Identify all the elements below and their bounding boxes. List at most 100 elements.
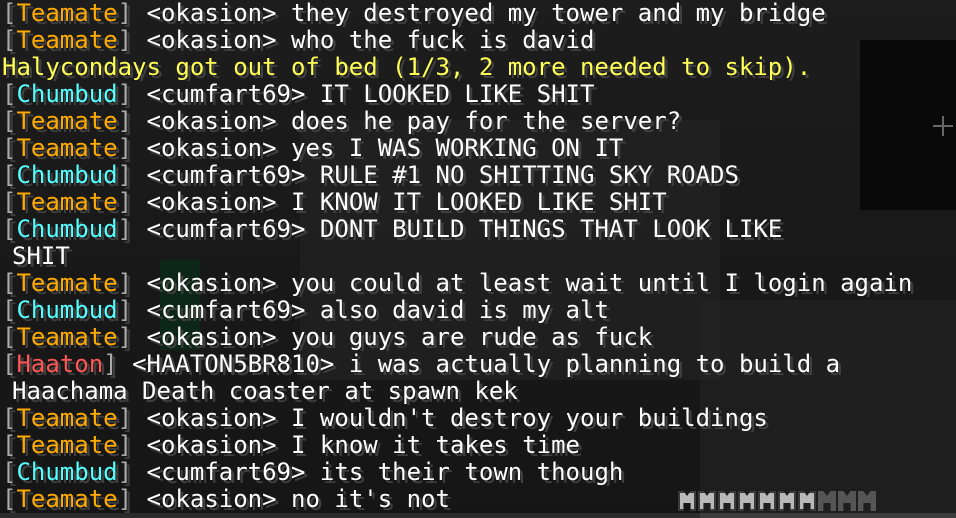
chat-line: [Chumbud] <cumfart69> DONT BUILD THINGS … [0, 216, 956, 243]
rank-bracket-close: ] [117, 81, 147, 108]
chat-message: does he pay for the server? [291, 108, 682, 135]
chat-line: [Teamate] <okasion> does he pay for the … [0, 108, 956, 135]
chat-message: I know it takes time [291, 432, 580, 459]
player-name: <cumfart69> [146, 459, 306, 486]
chat-line: [Teamate] <okasion> I know it takes time [0, 432, 956, 459]
chat-line: [Chumbud] <cumfart69> IT LOOKED LIKE SHI… [0, 81, 956, 108]
rank-bracket-open: [ [2, 135, 17, 162]
rank-bracket-close: ] [117, 135, 147, 162]
player-name: <okasion> [146, 324, 277, 351]
rank-bracket-close: ] [117, 405, 147, 432]
player-name: <okasion> [146, 189, 277, 216]
chat-line: [Teamate] <okasion> I wouldn't destroy y… [0, 405, 956, 432]
rank-bracket-open: [ [2, 297, 17, 324]
chat-message: IT LOOKED LIKE SHIT [319, 81, 595, 108]
chat-message: i was actually planning to build a [348, 351, 841, 378]
chat-line: [Chumbud] <cumfart69> RULE #1 NO SHITTIN… [0, 162, 956, 189]
chat-log: [Teamate] <okasion> they destroyed my to… [0, 0, 956, 513]
rank-bracket-open: [ [2, 351, 17, 378]
chat-message: I wouldn't destroy your buildings [291, 405, 768, 432]
chat-message: you guys are rude as fuck [291, 324, 653, 351]
rank-bracket-close: ] [103, 351, 133, 378]
chat-message: you could at least wait until I login ag… [291, 270, 913, 297]
chat-line: [Teamate] <okasion> yes I WAS WORKING ON… [0, 135, 956, 162]
chestplate-icon [798, 491, 816, 511]
player-name: <okasion> [146, 270, 277, 297]
chat-message: also david is my alt [319, 297, 609, 324]
rank-bracket-open: [ [2, 81, 17, 108]
rank-tag: Chumbud [16, 297, 118, 324]
rank-bracket-close: ] [117, 270, 147, 297]
rank-tag: Teamate [16, 270, 118, 297]
rank-tag: Chumbud [16, 216, 118, 243]
chat-line: [Teamate] <okasion> you could at least w… [0, 270, 956, 297]
player-name: <cumfart69> [146, 162, 306, 189]
chat-message: DONT BUILD THINGS THAT LOOK LIKE [319, 216, 783, 243]
chat-line: Halycondays got out of bed (1/3, 2 more … [0, 54, 956, 81]
rank-bracket-open: [ [2, 0, 17, 27]
rank-tag: Teamate [16, 108, 118, 135]
rank-bracket-open: [ [2, 405, 17, 432]
rank-tag: Chumbud [16, 459, 118, 486]
chat-line: SHIT [0, 243, 956, 270]
rank-bracket-close: ] [117, 486, 147, 513]
rank-bracket-close: ] [117, 216, 147, 243]
rank-bracket-close: ] [117, 0, 147, 27]
chestplate-icon [678, 491, 696, 511]
rank-bracket-close: ] [117, 189, 147, 216]
chat-line: [Teamate] <okasion> they destroyed my to… [0, 0, 956, 27]
rank-tag: Teamate [16, 189, 118, 216]
rank-tag: Chumbud [16, 162, 118, 189]
chat-message: who the fuck is david [291, 27, 595, 54]
rank-bracket-close: ] [117, 459, 147, 486]
chat-line: [Teamate] <okasion> you guys are rude as… [0, 324, 956, 351]
rank-bracket-close: ] [117, 324, 147, 351]
rank-bracket-open: [ [2, 324, 17, 351]
chestplate-icon [778, 491, 796, 511]
player-name: <okasion> [146, 432, 277, 459]
rank-bracket-open: [ [2, 486, 17, 513]
rank-bracket-open: [ [2, 27, 17, 54]
rank-bracket-open: [ [2, 162, 17, 189]
chat-message: I KNOW IT LOOKED LIKE SHIT [291, 189, 667, 216]
player-name: <cumfart69> [146, 81, 306, 108]
chestplate-icon [698, 491, 716, 511]
player-name: <okasion> [146, 108, 277, 135]
chat-line: [Teamate] <okasion> I KNOW IT LOOKED LIK… [0, 189, 956, 216]
rank-bracket-close: ] [117, 432, 147, 459]
armor-bar [678, 491, 876, 515]
rank-bracket-open: [ [2, 270, 17, 297]
rank-tag: Teamate [16, 486, 118, 513]
chestplate-icon [838, 491, 856, 511]
chat-message: they destroyed my tower and my bridge [291, 0, 826, 27]
player-name: <cumfart69> [146, 216, 306, 243]
rank-tag: Teamate [16, 0, 118, 27]
rank-bracket-open: [ [2, 189, 17, 216]
rank-bracket-open: [ [2, 459, 17, 486]
player-name: <okasion> [146, 405, 277, 432]
chestplate-icon [818, 491, 836, 511]
rank-bracket-close: ] [117, 108, 147, 135]
rank-bracket-close: ] [117, 27, 147, 54]
chat-message: no it's not [291, 486, 450, 513]
player-name: <okasion> [146, 135, 277, 162]
rank-tag: Teamate [16, 405, 118, 432]
chestplate-icon [738, 491, 756, 511]
chestplate-icon [758, 491, 776, 511]
player-name: <okasion> [146, 0, 277, 27]
rank-bracket-open: [ [2, 432, 17, 459]
rank-tag: Haaton [16, 351, 104, 378]
player-name: <cumfart69> [146, 297, 306, 324]
chestplate-icon [718, 491, 736, 511]
chat-line: [Chumbud] <cumfart69> its their town tho… [0, 459, 956, 486]
chestplate-icon [858, 491, 876, 511]
chat-line: [Chumbud] <cumfart69> also david is my a… [0, 297, 956, 324]
rank-bracket-close: ] [117, 297, 147, 324]
chat-message-continuation: SHIT [12, 243, 70, 270]
rank-tag: Chumbud [16, 81, 118, 108]
chat-line: [Haaton] <HAATON5BR810> i was actually p… [0, 351, 956, 378]
chat-message: yes I WAS WORKING ON IT [291, 135, 624, 162]
player-name: <okasion> [146, 27, 277, 54]
rank-tag: Teamate [16, 27, 118, 54]
chat-line: Haachama Death coaster at spawn kek [0, 378, 956, 405]
